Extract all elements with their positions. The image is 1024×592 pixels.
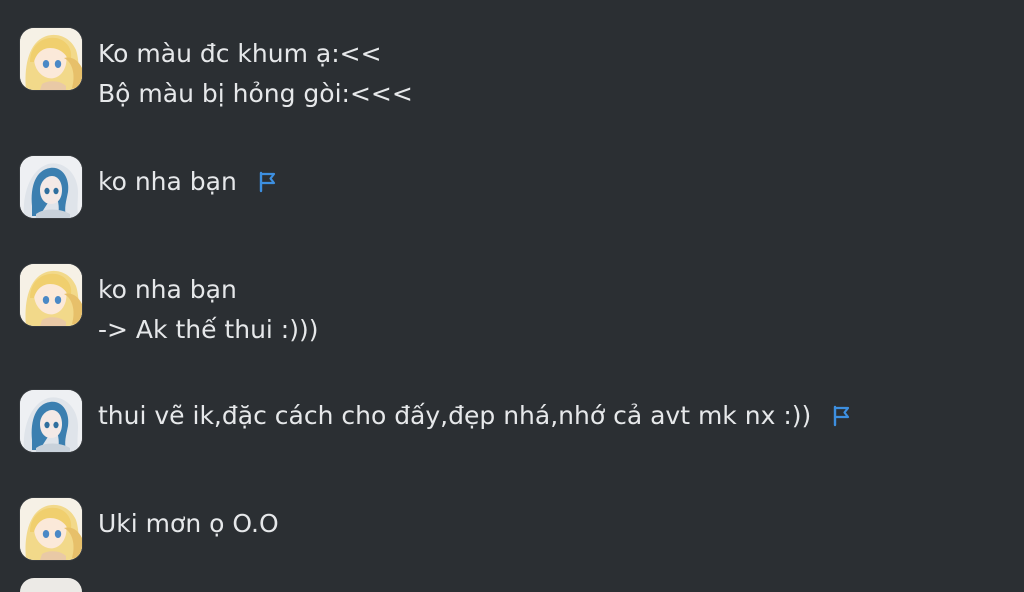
message-item: ko nha bạn -> Ak thế thui :))) [20,264,318,350]
blue-hair-anime-avatar[interactable] [20,390,82,452]
blue-hair-anime-avatar[interactable] [20,156,82,218]
message-text-line: ko nha bạn [98,270,318,310]
message-text: Uki mơn ọ O.O [98,509,279,538]
message-body: ko nha bạn [98,156,279,202]
message-text-line: thui vẽ ik,đặc cách cho đấy,đẹp nhá,nhớ … [98,396,853,436]
message-text: ko nha bạn [98,275,237,304]
message-body: thui vẽ ik,đặc cách cho đấy,đẹp nhá,nhớ … [98,390,853,436]
message-body: ko nha bạn -> Ak thế thui :))) [98,264,318,350]
message-item: Uki mơn ọ O.O [20,498,279,560]
message-text-line: Ko màu đc khum ạ:<< [98,34,413,74]
flag-icon[interactable] [829,404,853,428]
message-text-line: Uki mơn ọ O.O [98,504,279,544]
message-text: Ko màu đc khum ạ:<< [98,39,382,68]
next-message-avatar[interactable] [20,578,82,592]
message-text-line: -> Ak thế thui :))) [98,310,318,350]
blonde-anime-avatar[interactable] [20,28,82,90]
message-item: ko nha bạn [20,156,279,218]
blonde-anime-avatar[interactable] [20,264,82,326]
message-text: -> Ak thế thui :))) [98,315,319,344]
message-text: ko nha bạn [98,167,237,196]
message-item: thui vẽ ik,đặc cách cho đấy,đẹp nhá,nhớ … [20,390,853,452]
message-text: thui vẽ ik,đặc cách cho đấy,đẹp nhá,nhớ … [98,401,812,430]
blonde-anime-avatar[interactable] [20,498,82,560]
message-text-line: ko nha bạn [98,162,279,202]
message-text: Bộ màu bị hỏng gòi:<<< [98,79,413,108]
flag-icon[interactable] [255,170,279,194]
message-body: Uki mơn ọ O.O [98,498,279,544]
message-text-line: Bộ màu bị hỏng gòi:<<< [98,74,413,114]
message-body: Ko màu đc khum ạ:<< Bộ màu bị hỏng gòi:<… [98,28,413,114]
message-feed: Ko màu đc khum ạ:<< Bộ màu bị hỏng gòi:<… [0,0,1024,592]
message-item: Ko màu đc khum ạ:<< Bộ màu bị hỏng gòi:<… [20,28,413,114]
